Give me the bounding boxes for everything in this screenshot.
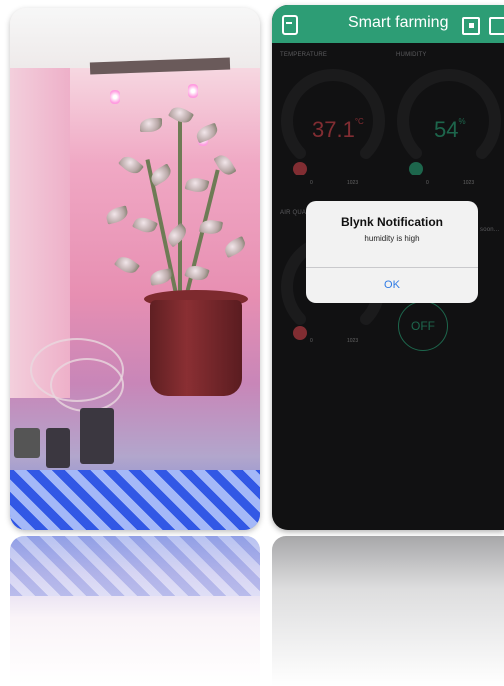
phone-reflection bbox=[272, 536, 504, 686]
device-icon[interactable] bbox=[462, 17, 480, 35]
plant-leaf bbox=[148, 268, 174, 286]
plant-leaf bbox=[164, 222, 190, 248]
plant-leaf bbox=[113, 252, 141, 278]
notification-title: Blynk Notification bbox=[340, 215, 443, 229]
led-light bbox=[188, 84, 198, 98]
cable bbox=[50, 358, 124, 412]
plant-leaf bbox=[118, 152, 144, 178]
checkered-floor bbox=[10, 470, 260, 530]
notification-message: humidity is high bbox=[364, 234, 420, 243]
notification-dialog: Blynk Notification humidity is high OK bbox=[306, 201, 478, 303]
ok-button[interactable]: OK bbox=[306, 268, 478, 303]
back-icon[interactable] bbox=[282, 15, 298, 35]
led-light bbox=[110, 90, 120, 104]
photo-reflection bbox=[10, 536, 260, 686]
sensor bbox=[14, 428, 40, 458]
app-bar: Smart farming bbox=[272, 5, 504, 43]
phone-screen: Smart farming TEMPERATURE 37.1°C 0 1023 … bbox=[272, 5, 504, 530]
plant-leaf bbox=[104, 205, 130, 225]
plant-leaf bbox=[222, 236, 248, 258]
plant-stem bbox=[178, 118, 182, 298]
square-icon[interactable] bbox=[489, 17, 504, 35]
circuit-board bbox=[46, 428, 70, 468]
plant-leaf bbox=[194, 122, 220, 144]
plant-photo bbox=[10, 8, 260, 530]
plant-leaf bbox=[132, 214, 158, 236]
app-title: Smart farming bbox=[348, 14, 449, 31]
plant-pot bbox=[150, 300, 242, 396]
plant-leaf bbox=[140, 118, 162, 132]
circuit-board bbox=[80, 408, 114, 464]
plant-leaf bbox=[184, 175, 210, 195]
